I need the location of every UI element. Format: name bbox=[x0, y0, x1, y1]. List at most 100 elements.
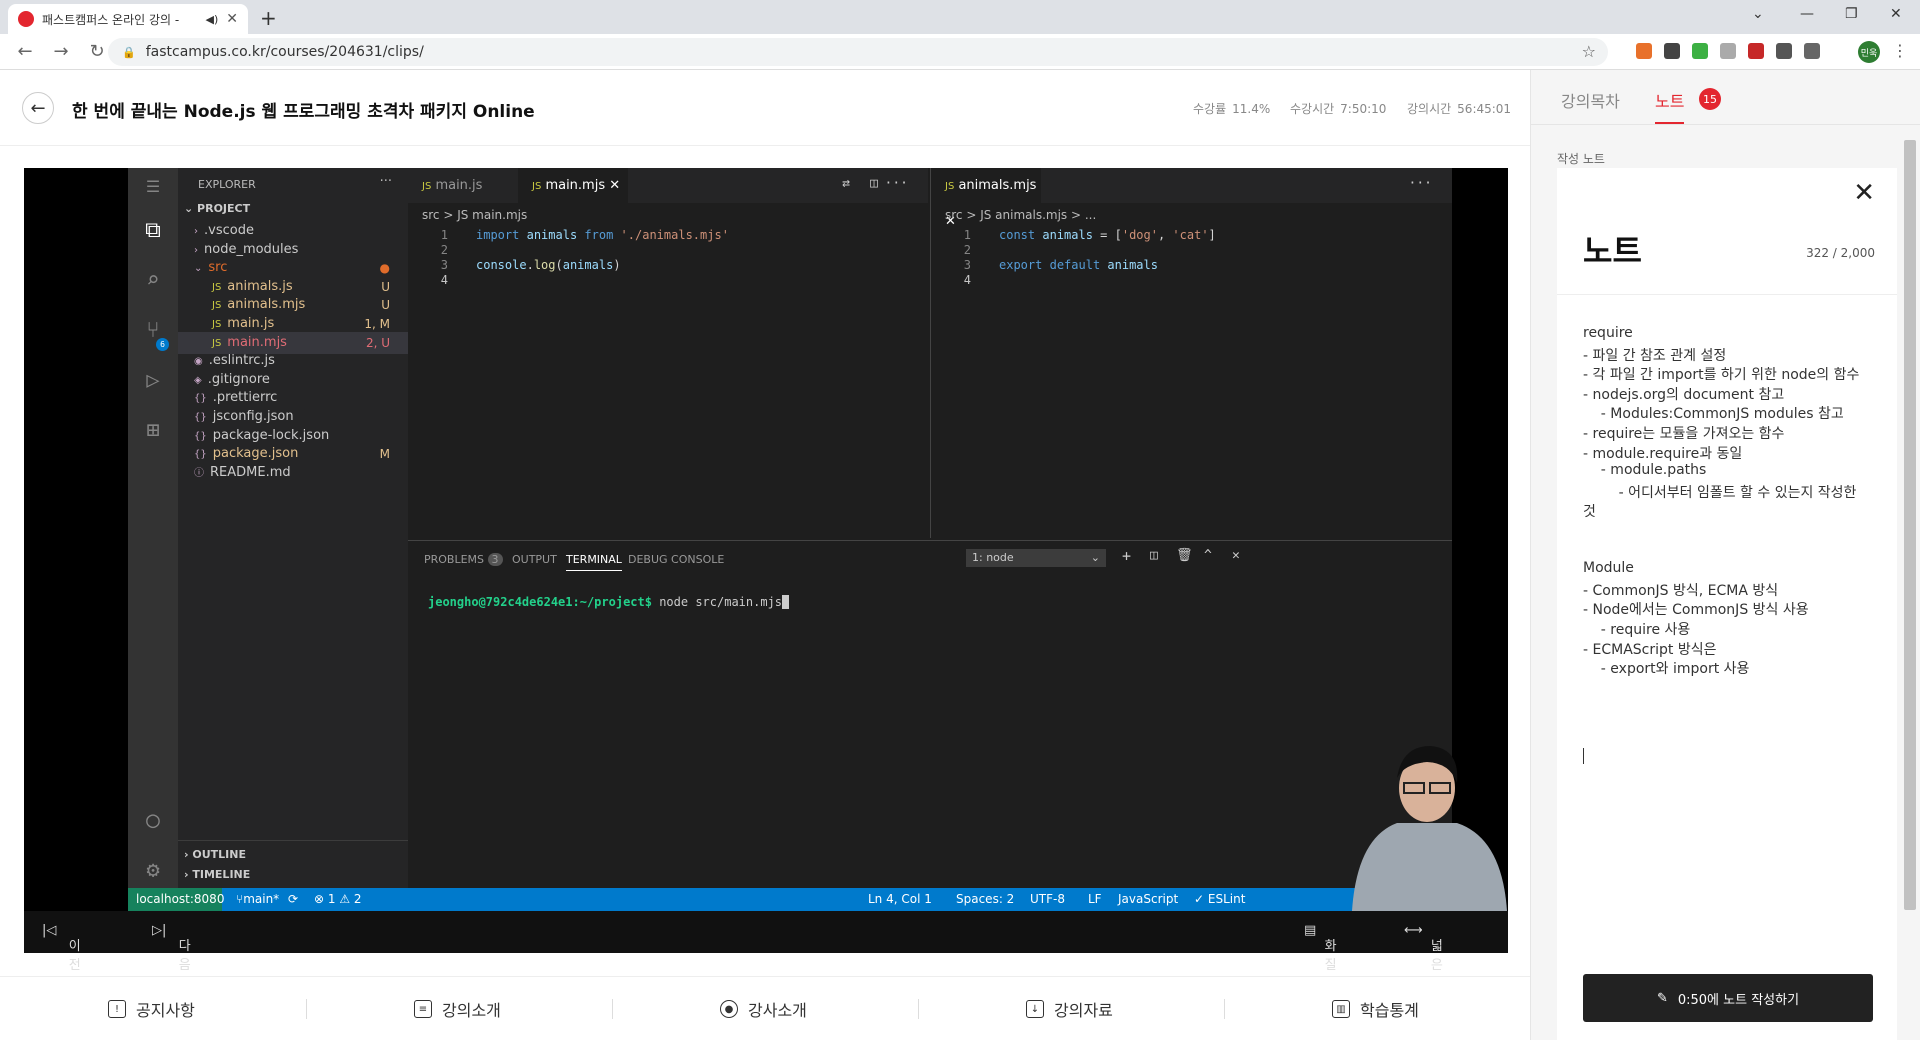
file-name: package-lock.json bbox=[212, 427, 330, 443]
chart-icon: ▥ bbox=[1332, 1000, 1350, 1018]
speaker-icon[interactable]: ◀) bbox=[206, 13, 219, 26]
left-editor-tabs: JS main.js JS main.mjs ✕ ⇄ ◫ ··· bbox=[408, 168, 928, 203]
timeline-section: › TIMELINE bbox=[184, 868, 251, 881]
reading-list-icon[interactable] bbox=[1804, 43, 1820, 59]
explorer-label: EXPLORER bbox=[198, 178, 256, 191]
cursor-position: Ln 4, Col 1 bbox=[868, 892, 932, 906]
extension-icon[interactable] bbox=[1692, 43, 1708, 59]
code-line-1: const animals = ['dog', 'cat'] bbox=[999, 228, 1216, 242]
nav-instructor[interactable]: ● 강사소개 bbox=[720, 997, 807, 1021]
more-icon: ··· bbox=[884, 176, 908, 191]
browser-tab[interactable]: 패스트캠퍼스 온라인 강의 - ◀) ✕ bbox=[8, 4, 248, 34]
close-panel-icon: ✕ bbox=[1232, 548, 1240, 563]
profile-avatar[interactable]: 민욱 bbox=[1858, 41, 1880, 63]
scm-badge: 6 bbox=[156, 338, 169, 351]
debug-console-tab: DEBUG CONSOLE bbox=[628, 553, 725, 566]
nav-materials[interactable]: ↓ 강의자료 bbox=[1026, 997, 1113, 1021]
note-title[interactable]: 노트 bbox=[1583, 226, 1642, 272]
extension-icon[interactable] bbox=[1720, 43, 1736, 59]
note-line: - nodejs.org의 document 참고 bbox=[1583, 386, 1785, 403]
file-icon: JS bbox=[212, 300, 222, 312]
forward-arrow-icon[interactable]: → bbox=[50, 41, 72, 62]
tab-main-js: JS main.js bbox=[422, 178, 483, 193]
terminal-output: jeongho@792c4de624e1:~/project$ node src… bbox=[428, 595, 790, 609]
explorer-sidebar: EXPLORER ··· ⌄ PROJECT › .vscode › node_mod… bbox=[178, 168, 408, 888]
progress-stat: 수강률 11.4% bbox=[1193, 102, 1271, 116]
note-line: - require 사용 bbox=[1583, 622, 1691, 638]
close-tab-icon[interactable]: ✕ bbox=[226, 11, 238, 27]
file-icon: {} bbox=[194, 412, 207, 423]
more-icon: ··· bbox=[379, 174, 392, 189]
url-text: fastcampus.co.kr/courses/204631/clips/ bbox=[145, 44, 424, 60]
prev-lecture-button[interactable]: |◁ 이전 강의 bbox=[42, 923, 81, 1011]
tab-toc[interactable]: 강의목차 bbox=[1561, 88, 1620, 112]
note-line: - 파일 간 참조 관계 설정 bbox=[1583, 347, 1727, 364]
file-name: README.md bbox=[210, 464, 291, 480]
person-icon: ● bbox=[720, 1000, 738, 1018]
video-player[interactable]: ☰ ⧉ ⌕ ⑂ 6 ▷ ⊞ ◯ ⚙ EXPLORER ··· ⌄ PROJECT… bbox=[24, 168, 1508, 911]
extension-icon[interactable] bbox=[1636, 43, 1652, 59]
wide-screen-button[interactable]: ⟷ 넓은 화면 bbox=[1404, 923, 1443, 1011]
extensions-icon: ⊞ bbox=[146, 418, 160, 443]
explorer-file-item: ⓘ README.md bbox=[178, 462, 408, 484]
close-icon[interactable]: ✕ bbox=[1853, 178, 1875, 208]
minimize-icon[interactable]: — bbox=[1800, 6, 1814, 22]
note-line: - ECMAScript 방식은 bbox=[1583, 641, 1717, 658]
tab-notes[interactable]: 노트 bbox=[1655, 88, 1685, 124]
remote-indicator: localhost:8080 bbox=[128, 888, 224, 911]
reload-icon[interactable]: ↻ bbox=[86, 41, 108, 62]
maximize-panel-icon: ^ bbox=[1204, 548, 1212, 563]
note-line: - 어디서부터 임폴트 할 수 있는지 작성한 bbox=[1583, 484, 1857, 501]
note-line: require bbox=[1583, 325, 1633, 341]
notice-icon: ! bbox=[108, 1000, 126, 1018]
extension-icon[interactable] bbox=[1748, 43, 1764, 59]
code-line-3: export default animals bbox=[999, 258, 1158, 272]
address-bar[interactable]: 🔒 fastcampus.co.kr/courses/204631/clips/… bbox=[108, 38, 1608, 66]
nav-course-intro[interactable]: ≡ 강의소개 bbox=[414, 997, 501, 1021]
note-line: - module.paths bbox=[1583, 462, 1707, 479]
file-icon: {} bbox=[194, 449, 207, 461]
write-note-button[interactable]: ✎ 0:50에 노트 작성하기 bbox=[1583, 974, 1873, 1022]
nav-stats[interactable]: ▥ 학습통계 bbox=[1332, 997, 1419, 1021]
file-icon: JS bbox=[212, 319, 222, 330]
outline-section: › OUTLINE bbox=[184, 848, 246, 861]
settings-gear-icon: ⚙ bbox=[146, 858, 160, 883]
instructor-video-overlay bbox=[1352, 746, 1507, 911]
scrollbar[interactable] bbox=[1904, 140, 1916, 910]
tab-animals-mjs: JS animals.mjs ✕ bbox=[931, 168, 1041, 229]
tab-title: 패스트캠퍼스 온라인 강의 - bbox=[42, 12, 180, 27]
file-icon: ◉ bbox=[194, 356, 203, 368]
files-icon: ⧉ bbox=[145, 218, 161, 243]
eslint-status: ✓ ESLint bbox=[1194, 892, 1246, 906]
breadcrumb: src > JS animals.mjs > ... bbox=[945, 208, 1097, 222]
trash-icon: 🗑 bbox=[1176, 548, 1193, 563]
close-window-icon[interactable]: ✕ bbox=[1890, 6, 1902, 22]
file-name: .prettierrc bbox=[212, 390, 278, 406]
indent-spaces: Spaces: 2 bbox=[956, 892, 1015, 906]
char-count: 322 / 2,000 bbox=[1806, 246, 1875, 260]
bookmark-star-icon[interactable]: ☆ bbox=[1582, 42, 1596, 61]
browser-toolbar: ← → ↻ 🔒 fastcampus.co.kr/courses/204631/… bbox=[0, 34, 1920, 70]
file-icon: › bbox=[194, 226, 198, 237]
right-editor: JS animals.mjs ✕ ··· src > JS animals.mj… bbox=[930, 168, 1452, 538]
file-name: jsconfig.json bbox=[212, 409, 294, 424]
nav-notice[interactable]: ! 공지사항 bbox=[108, 997, 195, 1021]
back-arrow-icon[interactable]: ← bbox=[14, 41, 36, 62]
file-name: .eslintrc.js bbox=[208, 353, 275, 369]
puzzle-icon[interactable] bbox=[1776, 43, 1792, 59]
next-lecture-button[interactable]: ▷| 다음 강의 bbox=[152, 923, 191, 1011]
tab-search-icon[interactable]: ⌄ bbox=[1752, 6, 1764, 22]
back-button[interactable]: ← bbox=[22, 92, 54, 124]
file-name: package.json bbox=[212, 446, 299, 462]
file-icon: JS bbox=[212, 281, 222, 293]
kebab-menu-icon[interactable]: ⋮ bbox=[1892, 41, 1908, 60]
new-tab-icon[interactable]: + bbox=[260, 6, 277, 30]
quality-settings-button[interactable]: ▤ 화질 설정 bbox=[1304, 923, 1337, 1011]
file-name: src bbox=[208, 260, 228, 276]
note-line: - export와 import 사용 bbox=[1583, 661, 1750, 678]
run-debug-icon: ▷ bbox=[146, 368, 160, 393]
restore-icon[interactable]: ❐ bbox=[1845, 6, 1858, 22]
extension-icon[interactable] bbox=[1664, 43, 1680, 59]
note-line: - Node에서는 CommonJS 방식 사용 bbox=[1583, 602, 1809, 619]
note-line: - require는 모듈을 가져오는 함수 bbox=[1583, 426, 1785, 442]
